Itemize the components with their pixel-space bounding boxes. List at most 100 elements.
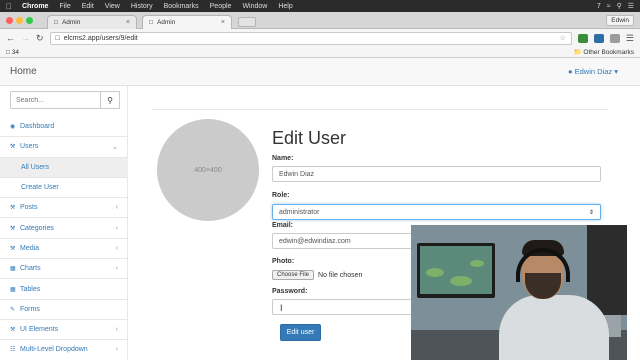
sidebar-nav: ◉ Dashboard ⚒ Users ⌄ All Users Create U… (0, 117, 128, 360)
apple-icon[interactable]:  (6, 2, 12, 11)
page-icon: □ (149, 19, 153, 26)
wrench-icon: ⚒ (10, 225, 16, 232)
table-icon: ▦ (10, 286, 16, 293)
close-tab-icon[interactable]: × (126, 19, 130, 26)
no-file-text: No file chosen (318, 271, 363, 279)
edit-user-button[interactable]: Edit user (280, 324, 321, 341)
menu-app-name[interactable]: Chrome (22, 3, 48, 10)
bookmark-star-icon[interactable]: ☆ (560, 34, 566, 42)
webcam-monitor-screen (420, 246, 492, 294)
bookmark-count[interactable]: 34 (12, 49, 19, 56)
sidebar-item-all-users[interactable]: All Users (0, 157, 128, 178)
search-button[interactable]: ⚲ (101, 91, 120, 109)
wifi-icon[interactable]: ≈ (607, 3, 611, 10)
sidebar-item-label: Users (20, 143, 39, 151)
sidebar-item-forms[interactable]: ✎ Forms (0, 300, 128, 320)
sidebar-item-posts[interactable]: ⚒ Posts ‹ (0, 198, 128, 219)
text-cursor-icon: I (280, 303, 283, 313)
menu-bookmarks[interactable]: Bookmarks (164, 3, 199, 10)
sitemap-icon: ☷ (10, 347, 16, 354)
extension-icon[interactable] (577, 33, 588, 43)
menu-people[interactable]: People (210, 3, 232, 10)
status-count[interactable]: 7 (597, 3, 601, 10)
menu-file[interactable]: File (59, 3, 70, 10)
minimize-window-icon[interactable] (16, 17, 23, 24)
sidebar-item-create-user[interactable]: Create User (0, 178, 128, 199)
url-text: elcms2.app/users/9/edit (63, 34, 138, 42)
close-tab-icon[interactable]: × (221, 19, 225, 26)
sidebar-item-label: All Users (21, 163, 50, 171)
role-label: Role: (272, 192, 290, 199)
extension-icon[interactable] (593, 33, 604, 43)
photo-label: Photo: (272, 258, 295, 265)
bookmarks-bar: □ 34 📁 Other Bookmarks (0, 47, 640, 58)
chevron-left-icon: ‹ (115, 346, 118, 354)
sidebar-item-dashboard[interactable]: ◉ Dashboard (0, 117, 128, 138)
menu-view[interactable]: View (105, 3, 120, 10)
sidebar-item-label: Create User (21, 184, 59, 192)
name-field[interactable]: Edwin Diaz (272, 166, 601, 182)
folder-icon: 📁 (573, 49, 584, 56)
forward-icon[interactable]: → (21, 33, 30, 43)
menu-list-icon[interactable]: ☰ (628, 2, 634, 10)
lilypad-shape (470, 260, 484, 267)
window-controls (6, 17, 33, 24)
sidebar-item-charts[interactable]: ▦ Charts ‹ (0, 259, 128, 280)
sidebar-item-label: Media (20, 244, 40, 252)
sidebar-item-tables[interactable]: ▦ Tables (0, 279, 128, 300)
photo-file-input: Choose File No file chosen (272, 270, 362, 280)
sidebar-item-label: Tables (20, 285, 41, 293)
choose-file-button[interactable]: Choose File (272, 270, 315, 280)
webcam-person-body (499, 295, 609, 360)
chevron-left-icon: ‹ (115, 265, 118, 273)
zoom-window-icon[interactable] (26, 17, 33, 24)
close-window-icon[interactable] (6, 17, 13, 24)
password-label: Password: (272, 288, 308, 295)
back-icon[interactable]: ← (6, 33, 15, 43)
sidebar-item-categories[interactable]: ⚒ Categories ‹ (0, 218, 128, 239)
browser-tab-active[interactable]: □ Admin × (142, 15, 232, 29)
chrome-menu-icon[interactable]: ☰ (626, 33, 634, 44)
profile-button[interactable]: Edwin (606, 15, 634, 26)
sidebar-item-multi-level-dropdown[interactable]: ☷ Multi-Level Dropdown ‹ (0, 340, 128, 360)
sidebar: ⚲ ◉ Dashboard ⚒ Users ⌄ All Users Create… (0, 86, 128, 360)
user-icon: ● (568, 67, 573, 76)
new-tab-button[interactable] (238, 17, 256, 27)
reload-icon[interactable]: ↻ (36, 33, 44, 44)
chevron-left-icon: ‹ (115, 244, 118, 252)
wrench-icon: ⚒ (10, 245, 16, 252)
chevron-down-icon: ⌄ (112, 143, 118, 151)
browser-tab-strip: □ Admin × □ Admin × Edwin (0, 12, 640, 29)
sidebar-item-media[interactable]: ⚒ Media ‹ (0, 239, 128, 260)
menu-help[interactable]: Help (278, 3, 292, 10)
page-title: Edit User (272, 128, 347, 148)
content-divider (152, 109, 608, 110)
wrench-icon: ⚒ (10, 327, 16, 334)
menu-history[interactable]: History (131, 3, 153, 10)
sidebar-item-ui-elements[interactable]: ⚒ UI Elements ‹ (0, 320, 128, 341)
sidebar-item-label: Dashboard (20, 123, 55, 131)
role-select[interactable]: administrator ⇕ (272, 204, 601, 220)
sidebar-search: ⚲ (10, 91, 120, 109)
tab-title: Admin (156, 19, 176, 26)
browser-tab[interactable]: □ Admin × (47, 15, 137, 29)
other-bookmarks[interactable]: Other Bookmarks (583, 49, 634, 56)
search-input[interactable] (10, 91, 101, 109)
menubar-status-area: 7 ≈ ⚲ ☰ (597, 2, 634, 11)
search-icon: ⚲ (107, 95, 113, 105)
extension-icon[interactable] (609, 33, 620, 43)
sidebar-item-users[interactable]: ⚒ Users ⌄ (0, 137, 128, 158)
webcam-mic-stand (587, 225, 627, 315)
search-icon[interactable]: ⚲ (617, 2, 622, 10)
menu-edit[interactable]: Edit (82, 3, 94, 10)
caret-down-icon: ▾ (614, 67, 618, 76)
chevron-left-icon: ‹ (115, 224, 118, 232)
sidebar-item-label: Charts (20, 265, 41, 273)
menu-window[interactable]: Window (242, 3, 267, 10)
edit-icon: ✎ (10, 306, 16, 313)
brand-home-link[interactable]: Home (10, 66, 37, 77)
os-menubar:  Chrome File Edit View History Bookmark… (0, 0, 640, 12)
user-menu-dropdown[interactable]: ● Edwin Diaz ▾ (568, 67, 618, 76)
bar-chart-icon: ▦ (10, 266, 16, 273)
address-bar[interactable]: □ elcms2.app/users/9/edit ☆ (49, 31, 572, 45)
